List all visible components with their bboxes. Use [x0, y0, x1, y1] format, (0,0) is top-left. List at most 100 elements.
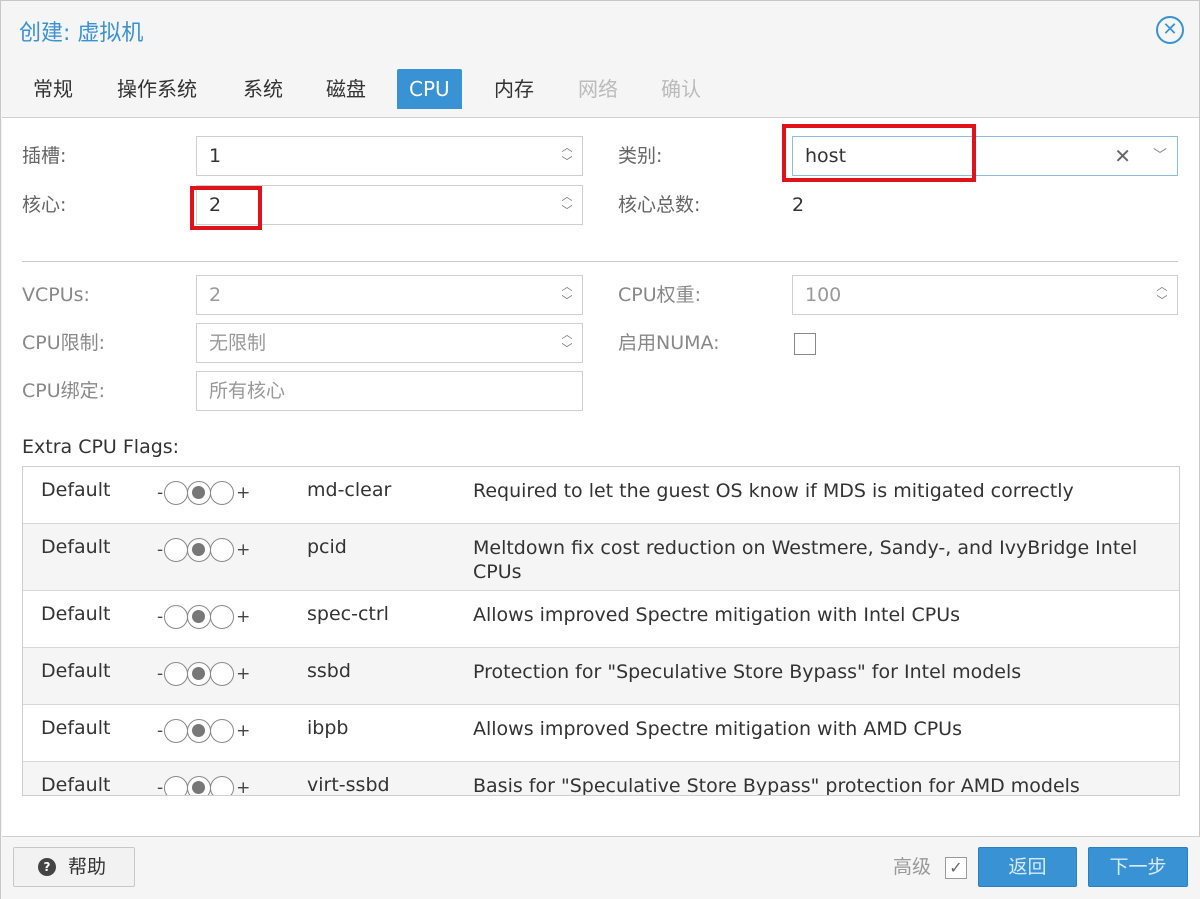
radio-default[interactable]	[187, 538, 212, 562]
cpu-limit-spinner[interactable]: 无限制 ︿ ﹀	[196, 323, 583, 363]
radio-off[interactable]	[164, 538, 189, 562]
close-button[interactable]: ✕	[1156, 16, 1184, 44]
flag-name: ibpb	[307, 717, 349, 739]
spinner-arrows-icon[interactable]: ︿ ﹀	[558, 280, 576, 310]
table-row: Default - + md-clear Required to let the…	[23, 467, 1179, 524]
spinner-arrows-icon[interactable]: ︿ ﹀	[558, 141, 576, 171]
extra-cpu-flags-title: Extra CPU Flags:	[22, 436, 180, 458]
flag-toggle[interactable]: - +	[155, 719, 252, 743]
flag-state: Default	[41, 660, 111, 682]
help-icon: ?	[38, 858, 56, 876]
tab-os[interactable]: 操作系统	[117, 69, 197, 109]
radio-off[interactable]	[164, 776, 189, 795]
flag-name: virt-ssbd	[307, 774, 390, 796]
help-button-label: 帮助	[68, 856, 107, 878]
dialog-footer: ? 帮助 高级 ✓ 返回 下一步	[1, 837, 1200, 899]
flag-toggle[interactable]: - +	[155, 662, 252, 686]
flag-name: ssbd	[307, 660, 351, 682]
minus-label: -	[157, 721, 164, 741]
tab-system[interactable]: 系统	[243, 69, 283, 109]
radio-on[interactable]	[210, 605, 235, 629]
back-button[interactable]: 返回	[978, 847, 1077, 887]
table-row: Default - + spec-ctrl Allows improved Sp…	[23, 591, 1179, 648]
tab-confirm: 确认	[661, 77, 701, 101]
flag-name: spec-ctrl	[307, 603, 389, 625]
create-vm-dialog: 创建: 虚拟机 ✕ 常规 操作系统 系统 磁盘 CPU 内存 网络 确认 插槽:…	[0, 0, 1200, 899]
radio-on[interactable]	[210, 538, 235, 562]
radio-default[interactable]	[187, 481, 212, 505]
cpu-affinity-label: CPU绑定:	[22, 380, 106, 402]
tab-general[interactable]: 常规	[33, 69, 73, 109]
radio-default[interactable]	[187, 662, 212, 686]
radio-off[interactable]	[164, 605, 189, 629]
flag-toggle[interactable]: - +	[155, 776, 252, 796]
table-row: Default - + virt-ssbd Basis for "Specula…	[23, 762, 1179, 796]
flag-toggle[interactable]: - +	[155, 481, 252, 505]
radio-on[interactable]	[210, 719, 235, 743]
radio-on[interactable]	[210, 662, 235, 686]
cpu-limit-value: 无限制	[209, 332, 267, 354]
cpu-units-value: 100	[805, 284, 842, 306]
numa-checkbox[interactable]	[794, 333, 816, 355]
sockets-label: 插槽:	[22, 145, 67, 167]
total-cores-label: 核心总数:	[618, 194, 701, 216]
flag-description: Basis for "Speculative Store Bypass" pro…	[473, 775, 1080, 796]
close-icon: ✕	[1162, 19, 1178, 40]
sockets-value: 1	[209, 145, 222, 167]
spinner-arrows-icon[interactable]: ︿ ﹀	[1153, 280, 1171, 310]
table-row: Default - + ssbd Protection for "Specula…	[23, 648, 1179, 705]
vcpus-label: VCPUs:	[22, 284, 90, 306]
radio-off[interactable]	[164, 719, 189, 743]
minus-label: -	[157, 778, 164, 796]
radio-off[interactable]	[164, 481, 189, 505]
vcpus-spinner[interactable]: 2 ︿ ﹀	[196, 275, 583, 315]
radio-default[interactable]	[187, 776, 212, 795]
sockets-spinner[interactable]: 1 ︿ ﹀	[196, 136, 583, 176]
type-highlight-box	[782, 124, 976, 182]
check-icon: ✓	[949, 858, 963, 877]
radio-off[interactable]	[164, 662, 189, 686]
tab-memory[interactable]: 内存	[494, 69, 534, 109]
minus-label: -	[157, 607, 164, 627]
cpu-affinity-placeholder: 所有核心	[209, 380, 286, 402]
cores-highlight-box	[190, 186, 262, 230]
clear-icon[interactable]: ✕	[1114, 137, 1131, 175]
flag-description: Meltdown fix cost reduction on Westmere,…	[473, 537, 1138, 583]
spinner-arrows-icon[interactable]: ︿ ﹀	[558, 190, 576, 220]
dialog-titlebar: 创建: 虚拟机 ✕	[1, 1, 1200, 61]
next-button[interactable]: 下一步	[1088, 847, 1188, 887]
help-button[interactable]: ? 帮助	[13, 847, 135, 887]
flag-state: Default	[41, 603, 111, 625]
radio-on[interactable]	[210, 481, 235, 505]
spinner-arrows-icon[interactable]: ︿ ﹀	[558, 328, 576, 358]
flag-toggle[interactable]: - +	[155, 538, 252, 562]
table-row: Default - + pcid Meltdown fix cost reduc…	[23, 524, 1179, 591]
flag-state: Default	[41, 717, 111, 739]
minus-label: -	[157, 483, 164, 503]
tab-cpu[interactable]: CPU	[397, 69, 462, 109]
plus-label: +	[236, 483, 251, 503]
flag-name: pcid	[307, 536, 347, 558]
tab-disk[interactable]: 磁盘	[326, 69, 366, 109]
flag-toggle[interactable]: - +	[155, 605, 252, 629]
cpu-affinity-input[interactable]: 所有核心	[196, 371, 583, 411]
plus-label: +	[236, 721, 251, 741]
flag-description: Allows improved Spectre mitigation with …	[473, 718, 962, 740]
total-cores-value: 2	[792, 194, 805, 216]
chevron-down-icon[interactable]: ﹀	[1153, 137, 1167, 175]
minus-label: -	[157, 664, 164, 684]
numa-label: 启用NUMA:	[618, 332, 720, 354]
plus-label: +	[236, 664, 251, 684]
flag-description: Allows improved Spectre mitigation with …	[473, 604, 961, 626]
vcpus-value: 2	[209, 284, 222, 306]
plus-label: +	[236, 778, 251, 796]
radio-on[interactable]	[210, 776, 235, 795]
tab-bar: 常规 操作系统 系统 磁盘 CPU 内存 网络 确认	[1, 67, 1200, 111]
radio-default[interactable]	[187, 719, 212, 743]
cpu-units-spinner[interactable]: 100 ︿ ﹀	[792, 275, 1178, 315]
advanced-checkbox[interactable]: ✓	[945, 857, 967, 879]
type-label: 类别:	[618, 145, 663, 167]
cpu-flags-grid: Default - + md-clear Required to let the…	[22, 466, 1180, 796]
minus-label: -	[157, 540, 164, 560]
radio-default[interactable]	[187, 605, 212, 629]
